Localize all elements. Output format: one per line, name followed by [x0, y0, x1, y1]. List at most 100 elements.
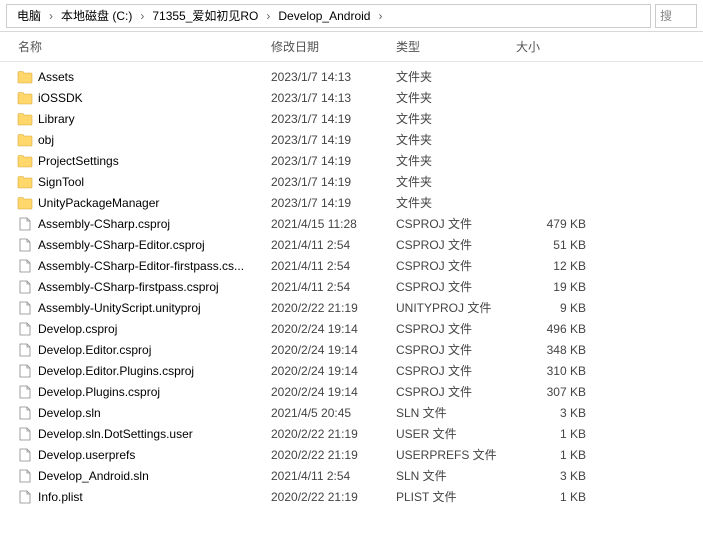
item-size: 496 KB: [516, 322, 596, 336]
file-list: Assets2023/1/7 14:13文件夹iOSSDK2023/1/7 14…: [0, 62, 703, 507]
file-icon: [16, 405, 34, 421]
item-size: 12 KB: [516, 259, 596, 273]
item-type: 文件夹: [396, 173, 516, 190]
item-type: USER 文件: [396, 425, 516, 442]
file-row[interactable]: Develop.csproj2020/2/24 19:14CSPROJ 文件49…: [0, 318, 703, 339]
item-size: 3 KB: [516, 469, 596, 483]
chevron-right-icon: ›: [264, 9, 272, 23]
item-name: Develop.Plugins.csproj: [38, 385, 271, 399]
item-name: ProjectSettings: [38, 154, 271, 168]
header-date[interactable]: 修改日期: [271, 38, 396, 55]
breadcrumb-segment[interactable]: Develop_Android: [274, 7, 374, 25]
item-name: Develop.sln.DotSettings.user: [38, 427, 271, 441]
item-type: 文件夹: [396, 194, 516, 211]
item-name: Assembly-UnityScript.unityproj: [38, 301, 271, 315]
file-row[interactable]: Assembly-CSharp-Editor.csproj2021/4/11 2…: [0, 234, 703, 255]
folder-row[interactable]: Assets2023/1/7 14:13文件夹: [0, 66, 703, 87]
file-icon: [16, 237, 34, 253]
chevron-right-icon: ›: [138, 9, 146, 23]
item-size: 307 KB: [516, 385, 596, 399]
file-row[interactable]: Assembly-CSharp.csproj2021/4/15 11:28CSP…: [0, 213, 703, 234]
item-type: 文件夹: [396, 131, 516, 148]
breadcrumb-segment[interactable]: 71355_爱如初见RO: [148, 5, 262, 26]
item-date: 2020/2/22 21:19: [271, 448, 396, 462]
item-size: 348 KB: [516, 343, 596, 357]
item-date: 2023/1/7 14:13: [271, 91, 396, 105]
item-name: Info.plist: [38, 490, 271, 504]
item-size: 310 KB: [516, 364, 596, 378]
item-name: Assembly-CSharp-Editor-firstpass.cs...: [38, 259, 271, 273]
file-icon: [16, 300, 34, 316]
folder-row[interactable]: ProjectSettings2023/1/7 14:19文件夹: [0, 150, 703, 171]
item-type: UNITYPROJ 文件: [396, 299, 516, 316]
folder-icon: [16, 174, 34, 190]
item-size: 51 KB: [516, 238, 596, 252]
file-row[interactable]: Develop_Android.sln2021/4/11 2:54SLN 文件3…: [0, 465, 703, 486]
breadcrumb-segment[interactable]: 电脑: [13, 5, 45, 26]
item-date: 2021/4/11 2:54: [271, 259, 396, 273]
item-date: 2023/1/7 14:19: [271, 112, 396, 126]
item-name: Develop_Android.sln: [38, 469, 271, 483]
file-icon: [16, 321, 34, 337]
item-name: Assembly-CSharp-firstpass.csproj: [38, 280, 271, 294]
file-row[interactable]: Assembly-CSharp-firstpass.csproj2021/4/1…: [0, 276, 703, 297]
item-name: iOSSDK: [38, 91, 271, 105]
item-type: CSPROJ 文件: [396, 362, 516, 379]
file-icon: [16, 342, 34, 358]
item-name: Library: [38, 112, 271, 126]
file-row[interactable]: Develop.userprefs2020/2/22 21:19USERPREF…: [0, 444, 703, 465]
item-date: 2020/2/24 19:14: [271, 364, 396, 378]
folder-row[interactable]: SignTool2023/1/7 14:19文件夹: [0, 171, 703, 192]
file-row[interactable]: Info.plist2020/2/22 21:19PLIST 文件1 KB: [0, 486, 703, 507]
item-date: 2023/1/7 14:19: [271, 175, 396, 189]
item-type: USERPREFS 文件: [396, 446, 516, 463]
item-date: 2023/1/7 14:19: [271, 154, 396, 168]
item-type: CSPROJ 文件: [396, 320, 516, 337]
folder-row[interactable]: iOSSDK2023/1/7 14:13文件夹: [0, 87, 703, 108]
item-date: 2021/4/11 2:54: [271, 280, 396, 294]
item-size: 19 KB: [516, 280, 596, 294]
folder-row[interactable]: Library2023/1/7 14:19文件夹: [0, 108, 703, 129]
file-row[interactable]: Develop.Editor.csproj2020/2/24 19:14CSPR…: [0, 339, 703, 360]
item-date: 2021/4/11 2:54: [271, 238, 396, 252]
item-type: CSPROJ 文件: [396, 278, 516, 295]
file-row[interactable]: Develop.sln.DotSettings.user2020/2/22 21…: [0, 423, 703, 444]
item-date: 2023/1/7 14:13: [271, 70, 396, 84]
folder-icon: [16, 90, 34, 106]
file-row[interactable]: Develop.Plugins.csproj2020/2/24 19:14CSP…: [0, 381, 703, 402]
folder-row[interactable]: UnityPackageManager2023/1/7 14:19文件夹: [0, 192, 703, 213]
file-icon: [16, 447, 34, 463]
header-type[interactable]: 类型: [396, 38, 516, 55]
file-icon: [16, 279, 34, 295]
address-bar: 电脑›本地磁盘 (C:)›71355_爱如初见RO›Develop_Androi…: [0, 0, 703, 32]
folder-icon: [16, 195, 34, 211]
file-row[interactable]: Assembly-CSharp-Editor-firstpass.cs...20…: [0, 255, 703, 276]
folder-icon: [16, 132, 34, 148]
search-input[interactable]: 搜: [655, 4, 697, 28]
file-row[interactable]: Develop.sln2021/4/5 20:45SLN 文件3 KB: [0, 402, 703, 423]
file-row[interactable]: Assembly-UnityScript.unityproj2020/2/22 …: [0, 297, 703, 318]
breadcrumb[interactable]: 电脑›本地磁盘 (C:)›71355_爱如初见RO›Develop_Androi…: [6, 4, 651, 28]
item-date: 2021/4/11 2:54: [271, 469, 396, 483]
header-size[interactable]: 大小: [516, 38, 606, 55]
header-name[interactable]: 名称: [16, 38, 271, 55]
folder-row[interactable]: obj2023/1/7 14:19文件夹: [0, 129, 703, 150]
item-date: 2020/2/22 21:19: [271, 301, 396, 315]
item-type: 文件夹: [396, 89, 516, 106]
item-type: 文件夹: [396, 68, 516, 85]
file-icon: [16, 258, 34, 274]
search-placeholder: 搜: [660, 7, 672, 24]
item-type: CSPROJ 文件: [396, 341, 516, 358]
item-name: Assembly-CSharp.csproj: [38, 217, 271, 231]
breadcrumb-segment[interactable]: 本地磁盘 (C:): [57, 5, 136, 26]
item-name: Develop.sln: [38, 406, 271, 420]
item-size: 1 KB: [516, 427, 596, 441]
item-type: 文件夹: [396, 152, 516, 169]
file-row[interactable]: Develop.Editor.Plugins.csproj2020/2/24 1…: [0, 360, 703, 381]
item-type: 文件夹: [396, 110, 516, 127]
item-date: 2023/1/7 14:19: [271, 196, 396, 210]
file-icon: [16, 468, 34, 484]
file-icon: [16, 363, 34, 379]
item-size: 3 KB: [516, 406, 596, 420]
file-icon: [16, 216, 34, 232]
